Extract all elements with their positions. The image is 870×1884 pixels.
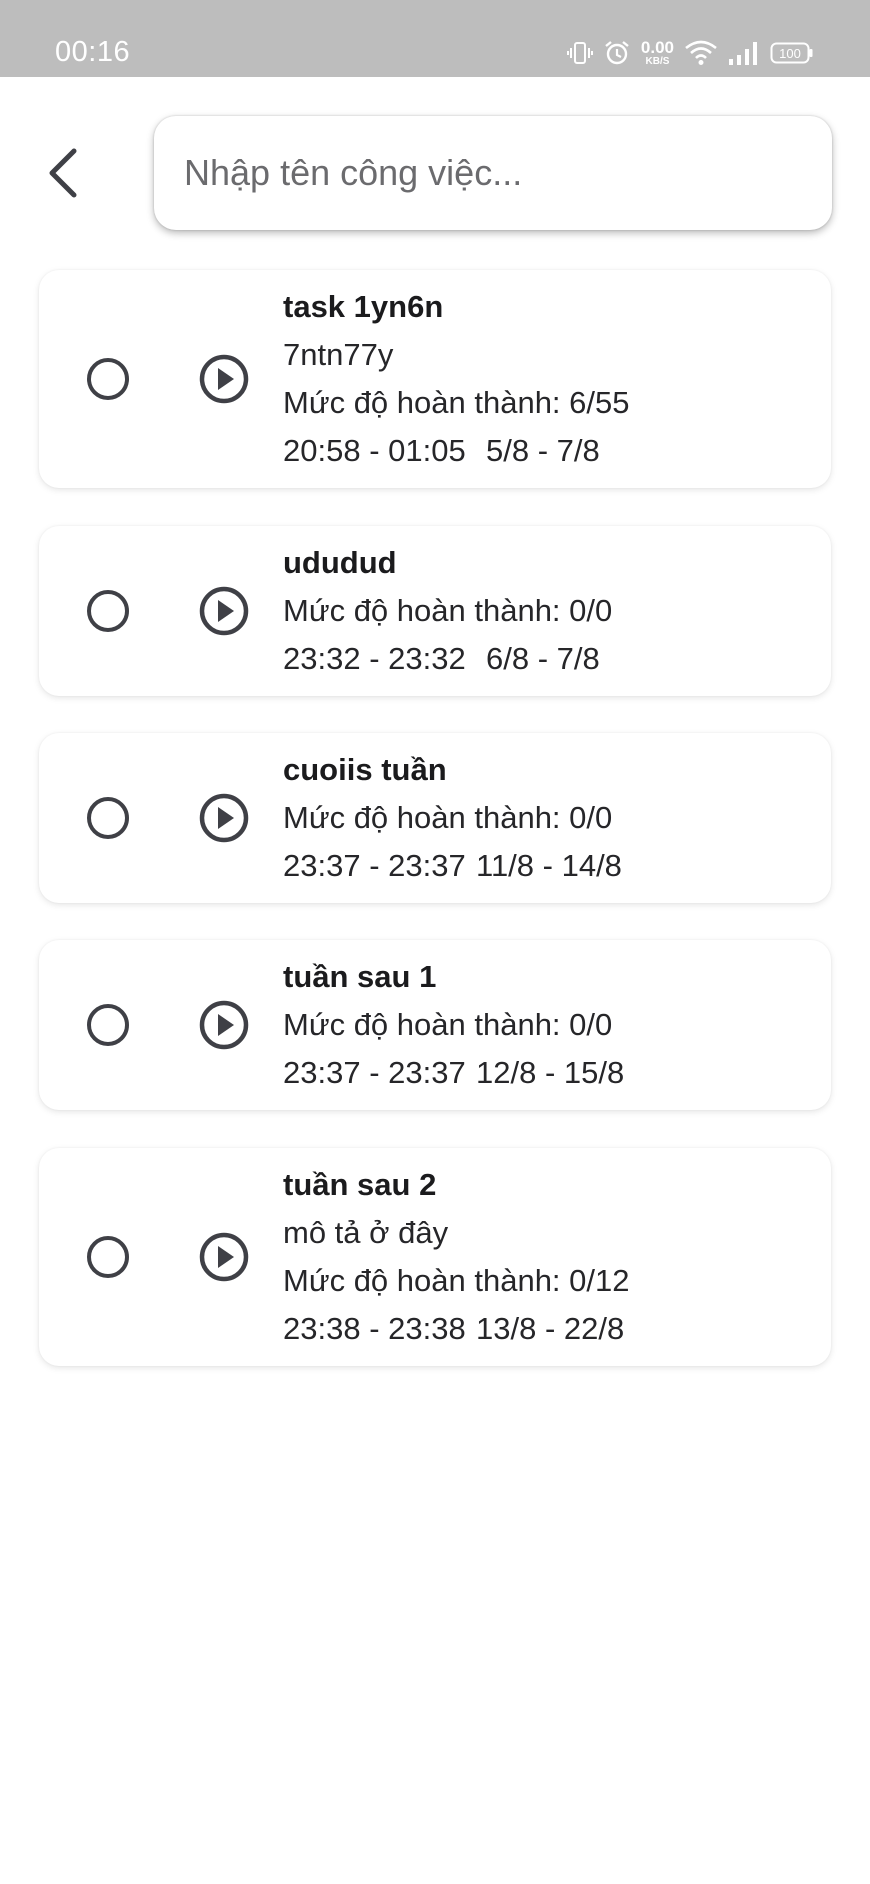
task-text: ududud Mức độ hoàn thành: 0/0 23:32 - 23…	[283, 539, 815, 683]
task-card[interactable]: tuần sau 2 mô tả ở đây Mức độ hoàn thành…	[39, 1148, 831, 1366]
task-time-range: 23:38 - 23:38	[283, 1311, 466, 1346]
play-button[interactable]	[199, 586, 249, 636]
net-speed-unit: KB/S	[645, 56, 670, 67]
task-time-range: 20:58 - 01:05	[283, 433, 466, 468]
task-progress: Mức độ hoàn thành: 0/0	[283, 800, 613, 835]
task-card[interactable]: task 1yn6n 7ntn77y Mức độ hoàn thành: 6/…	[39, 270, 831, 488]
task-date-range: 11/8 - 14/8	[476, 848, 622, 883]
vibrate-icon	[566, 40, 593, 66]
task-time-range: 23:32 - 23:32	[283, 641, 466, 676]
battery-level: 100	[779, 46, 801, 61]
task-schedule: 23:37 - 23:37 12/8 - 15/8	[283, 1049, 815, 1097]
search-input[interactable]	[154, 116, 832, 230]
task-text: task 1yn6n 7ntn77y Mức độ hoàn thành: 6/…	[283, 283, 815, 475]
play-circle-icon	[199, 354, 249, 404]
play-circle-icon	[199, 793, 249, 843]
task-text: cuoiis tuần Mức độ hoàn thành: 0/0 23:37…	[283, 746, 815, 890]
net-speed-value: 0.00	[640, 38, 674, 57]
task-description: 7ntn77y	[283, 337, 394, 372]
task-schedule: 23:38 - 23:38 13/8 - 22/8	[283, 1305, 815, 1353]
task-description: mô tả ở đây	[283, 1215, 449, 1250]
task-title: tuần sau 2	[283, 1167, 437, 1202]
task-title: ududud	[283, 545, 397, 580]
task-card[interactable]: ududud Mức độ hoàn thành: 0/0 23:32 - 23…	[39, 526, 831, 696]
task-date-range: 5/8 - 7/8	[486, 433, 600, 468]
task-card[interactable]: tuần sau 1 Mức độ hoàn thành: 0/0 23:37 …	[39, 940, 831, 1110]
signal-icon	[728, 40, 760, 66]
complete-checkbox[interactable]	[87, 1004, 129, 1046]
complete-checkbox[interactable]	[87, 590, 129, 632]
task-title: cuoiis tuần	[283, 752, 447, 787]
task-schedule: 20:58 - 01:05 5/8 - 7/8	[283, 427, 815, 475]
play-button[interactable]	[199, 1000, 249, 1050]
task-text: tuần sau 2 mô tả ở đây Mức độ hoàn thành…	[283, 1161, 815, 1353]
back-button[interactable]	[38, 140, 88, 210]
status-bar: 00:16 0.00 KB/S 100	[0, 0, 870, 77]
task-time-range: 23:37 - 23:37	[283, 1055, 466, 1090]
play-button[interactable]	[199, 793, 249, 843]
task-schedule: 23:32 - 23:32 6/8 - 7/8	[283, 635, 815, 683]
task-schedule: 23:37 - 23:37 11/8 - 14/8	[283, 842, 815, 890]
search-box	[154, 116, 832, 230]
task-title: task 1yn6n	[283, 289, 444, 324]
task-card[interactable]: cuoiis tuần Mức độ hoàn thành: 0/0 23:37…	[39, 733, 831, 903]
status-icons: 0.00 KB/S 100	[566, 36, 814, 70]
net-speed: 0.00 KB/S	[641, 39, 674, 67]
play-circle-icon	[199, 586, 249, 636]
task-progress: Mức độ hoàn thành: 0/0	[283, 1007, 613, 1042]
play-circle-icon	[199, 1000, 249, 1050]
task-date-range: 13/8 - 22/8	[476, 1311, 625, 1346]
complete-checkbox[interactable]	[87, 1236, 129, 1278]
task-text: tuần sau 1 Mức độ hoàn thành: 0/0 23:37 …	[283, 953, 815, 1097]
battery-icon: 100	[770, 40, 814, 66]
task-date-range: 6/8 - 7/8	[486, 641, 600, 676]
alarm-icon	[603, 39, 631, 67]
play-button[interactable]	[199, 1232, 249, 1282]
complete-checkbox[interactable]	[87, 797, 129, 839]
wifi-icon	[684, 40, 718, 66]
task-time-range: 23:37 - 23:37	[283, 848, 466, 883]
task-progress: Mức độ hoàn thành: 0/0	[283, 593, 613, 628]
task-progress: Mức độ hoàn thành: 0/12	[283, 1263, 630, 1298]
task-date-range: 12/8 - 15/8	[476, 1055, 625, 1090]
play-circle-icon	[199, 1232, 249, 1282]
complete-checkbox[interactable]	[87, 358, 129, 400]
play-button[interactable]	[199, 354, 249, 404]
chevron-left-icon	[46, 147, 80, 204]
task-title: tuần sau 1	[283, 959, 437, 994]
status-time: 00:16	[55, 36, 131, 68]
task-progress: Mức độ hoàn thành: 6/55	[283, 385, 630, 420]
